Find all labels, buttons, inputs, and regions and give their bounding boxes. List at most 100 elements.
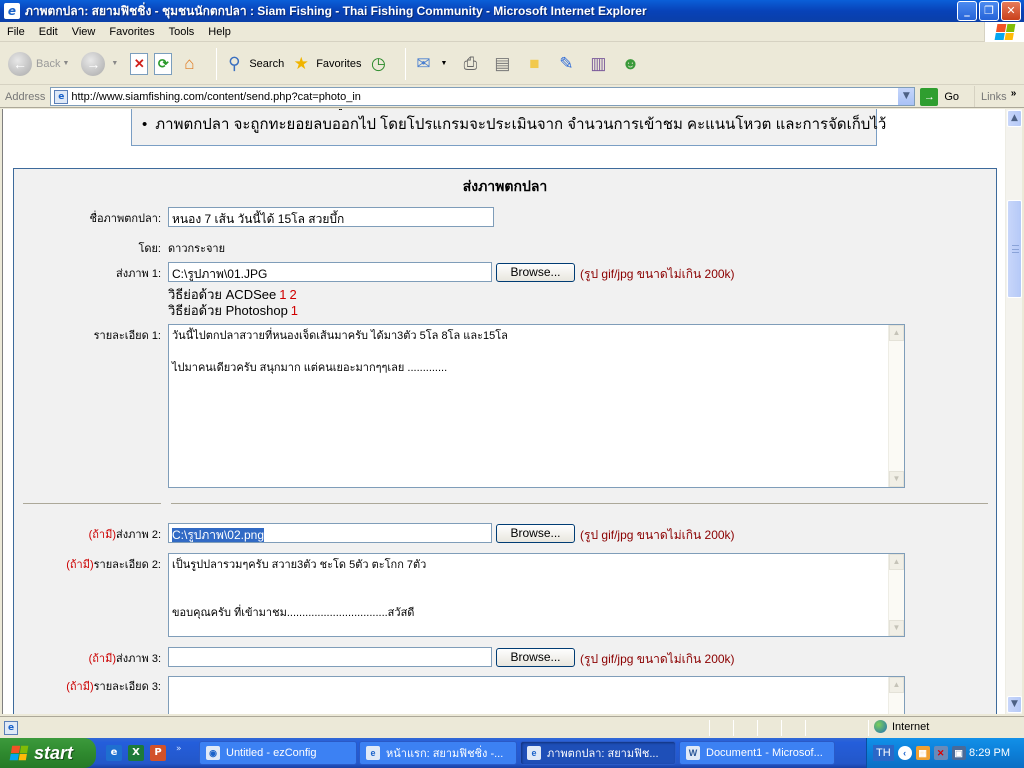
photoshop-link-1[interactable]: 1 [291, 303, 298, 318]
window-titlebar: e ภาพตกปลา: สยามฟิชชิ่ง - ชุมชนนักตกปลา … [0, 0, 1024, 22]
detail3-textarea[interactable]: ▲ [168, 676, 905, 714]
search-button[interactable]: ⚲ Search [223, 52, 284, 76]
taskbar-item[interactable]: ◉ Untitled - ezConfig [199, 741, 357, 765]
scroll-down-icon[interactable]: ▼ [889, 620, 904, 636]
messenger-button[interactable]: ☻ [619, 52, 645, 76]
close-button[interactable]: ✕ [1001, 1, 1021, 21]
start-button[interactable]: start [0, 738, 96, 768]
scroll-up-icon[interactable]: ▲ [889, 325, 904, 341]
home-button[interactable]: ⌂ [178, 52, 204, 76]
menu-favorites[interactable]: Favorites [102, 26, 161, 38]
mail-icon: ✉ [416, 53, 431, 73]
photo1-file-input[interactable]: C:\รูปภาพ\01.JPG [168, 262, 492, 282]
go-button[interactable]: → Go [920, 87, 959, 106]
optional-marker: (ถ้ามี) [66, 681, 94, 693]
research-button[interactable]: ▥ [587, 52, 613, 76]
menu-tools[interactable]: Tools [162, 26, 202, 38]
detail1-line [172, 344, 901, 360]
research-icon: ▥ [590, 53, 607, 73]
powerpoint-icon[interactable]: P [150, 745, 166, 761]
chevron-right-icon[interactable]: » [176, 744, 182, 754]
address-dropdown-icon[interactable]: ▼ [898, 88, 915, 105]
address-url: http://www.siamfishing.com/content/send.… [71, 90, 361, 103]
back-dropdown-icon[interactable]: ▼ [62, 60, 69, 67]
status-divider [757, 720, 758, 736]
photo3-browse-button[interactable]: Browse... [496, 648, 575, 667]
taskbar-item[interactable]: e หน้าแรก: สยามฟิชชิ่ง -... [359, 741, 517, 765]
restore-button[interactable]: ❐ [979, 1, 999, 21]
excel-icon[interactable]: X [128, 745, 144, 761]
messenger-pen-button[interactable]: ✎ [555, 52, 581, 76]
photo2-label-text: ส่งภาพ 2: [116, 529, 161, 541]
status-divider [709, 720, 710, 736]
search-label: Search [249, 57, 285, 70]
menu-view[interactable]: View [65, 26, 103, 38]
address-input[interactable]: e http://www.siamfishing.com/content/sen… [50, 87, 916, 106]
language-indicator[interactable]: TH [873, 745, 894, 761]
photo-name-input[interactable]: หนอง 7 เส้น วันนี้ได้ 15โล สวยบึ้ก [168, 207, 494, 227]
chevron-left-icon[interactable]: ‹ [897, 746, 912, 760]
upload-form-panel: ส่งภาพตกปลา ชื่อภาพตกปลา: หนอง 7 เส้น วั… [13, 168, 997, 714]
menu-edit[interactable]: Edit [32, 26, 65, 38]
forward-button[interactable]: → ▼ [81, 51, 124, 76]
discuss-button[interactable]: ■ [523, 52, 549, 76]
optional-marker: (ถ้ามี) [88, 529, 116, 541]
system-tray: TH ‹ ▦ ✕ ▣ 8:29 PM [866, 738, 1024, 768]
detail1-textarea[interactable]: วันนี้ไปตกปลาสวายที่หนองเจ็ดเส้นมาครับ ไ… [168, 324, 905, 488]
address-bar: Address e http://www.siamfishing.com/con… [0, 86, 1024, 108]
back-button[interactable]: ← Back ▼ [8, 51, 75, 76]
scroll-up-icon[interactable]: ▲ [889, 554, 904, 570]
links-button[interactable]: Links » [974, 86, 1024, 107]
scroll-up-icon[interactable]: ▲ [1007, 110, 1022, 127]
go-arrow-icon: → [920, 87, 939, 106]
stop-button[interactable]: ✕ [130, 52, 149, 75]
history-button[interactable]: ◷ [367, 52, 393, 76]
scroll-up-icon[interactable]: ▲ [889, 677, 904, 693]
print-button[interactable]: ⎙ [459, 52, 485, 76]
detail2-scrollbar[interactable]: ▲ ▼ [888, 554, 904, 636]
pen-icon: ✎ [559, 53, 574, 73]
office-tray-icon[interactable]: ▦ [915, 746, 930, 760]
favorites-button[interactable]: ★ Favorites [290, 52, 362, 76]
info-item: ภาพตกปลา จะถูกทะยอยลบออกไป โดยโปรแกรมจะป… [142, 113, 886, 136]
scroll-thumb[interactable] [1007, 200, 1022, 298]
mail-dropdown-icon[interactable]: ▼ [440, 60, 447, 67]
forward-dropdown-icon[interactable]: ▼ [111, 60, 118, 67]
network-icon[interactable]: ▣ [951, 746, 966, 760]
network-error-icon[interactable]: ✕ [933, 746, 948, 760]
detail1-scrollbar[interactable]: ▲ ▼ [888, 325, 904, 487]
ezconfig-icon: ◉ [206, 746, 220, 760]
messenger-icon: ☻ [621, 53, 640, 73]
forward-arrow-icon: → [81, 51, 106, 76]
history-icon: ◷ [371, 53, 386, 73]
scroll-down-icon[interactable]: ▼ [889, 471, 904, 487]
photo2-file-input[interactable]: C:\รูปภาพ\02.png [168, 523, 492, 543]
photo1-label: ส่งภาพ 1: [116, 268, 161, 280]
edit-button[interactable]: ▤ [491, 52, 517, 76]
photo3-file-input[interactable] [168, 647, 492, 667]
toolbar-separator [405, 47, 407, 80]
photo-name-label: ชื่อภาพตกปลา: [89, 213, 161, 225]
detail2-textarea[interactable]: เป็นรูปปลารวมๆครับ สวาย3ตัว ชะโด 5ตัว ตะ… [168, 553, 905, 637]
menu-file[interactable]: File [0, 26, 32, 38]
clock[interactable]: 8:29 PM [969, 747, 1010, 759]
page-scrollbar[interactable]: ▲ ▼ [1005, 109, 1022, 714]
detail1-line: วันนี้ไปตกปลาสวายที่หนองเจ็ดเส้นมาครับ ไ… [172, 330, 508, 342]
minimize-button[interactable]: _ [957, 1, 977, 21]
status-divider [781, 720, 782, 736]
quick-launch: e X P » [106, 744, 182, 761]
taskbar-item-active[interactable]: e ภาพตกปลา: สยามฟิช... [520, 741, 676, 765]
photo1-browse-button[interactable]: Browse... [496, 263, 575, 282]
taskbar-item[interactable]: W Document1 - Microsof... [679, 741, 835, 765]
detail3-scrollbar[interactable]: ▲ [888, 677, 904, 714]
photo2-browse-button[interactable]: Browse... [496, 524, 575, 543]
status-divider [805, 720, 806, 736]
ie-quicklaunch-icon[interactable]: e [106, 745, 122, 761]
mail-button[interactable]: ✉ ▼ [412, 52, 453, 76]
scroll-down-icon[interactable]: ▼ [1007, 696, 1022, 713]
refresh-button[interactable]: ⟳ [154, 52, 173, 75]
divider [23, 503, 161, 504]
menu-help[interactable]: Help [201, 26, 238, 38]
detail2-line [172, 589, 901, 605]
photo2-file-value-selected: C:\รูปภาพ\02.png [172, 528, 264, 542]
